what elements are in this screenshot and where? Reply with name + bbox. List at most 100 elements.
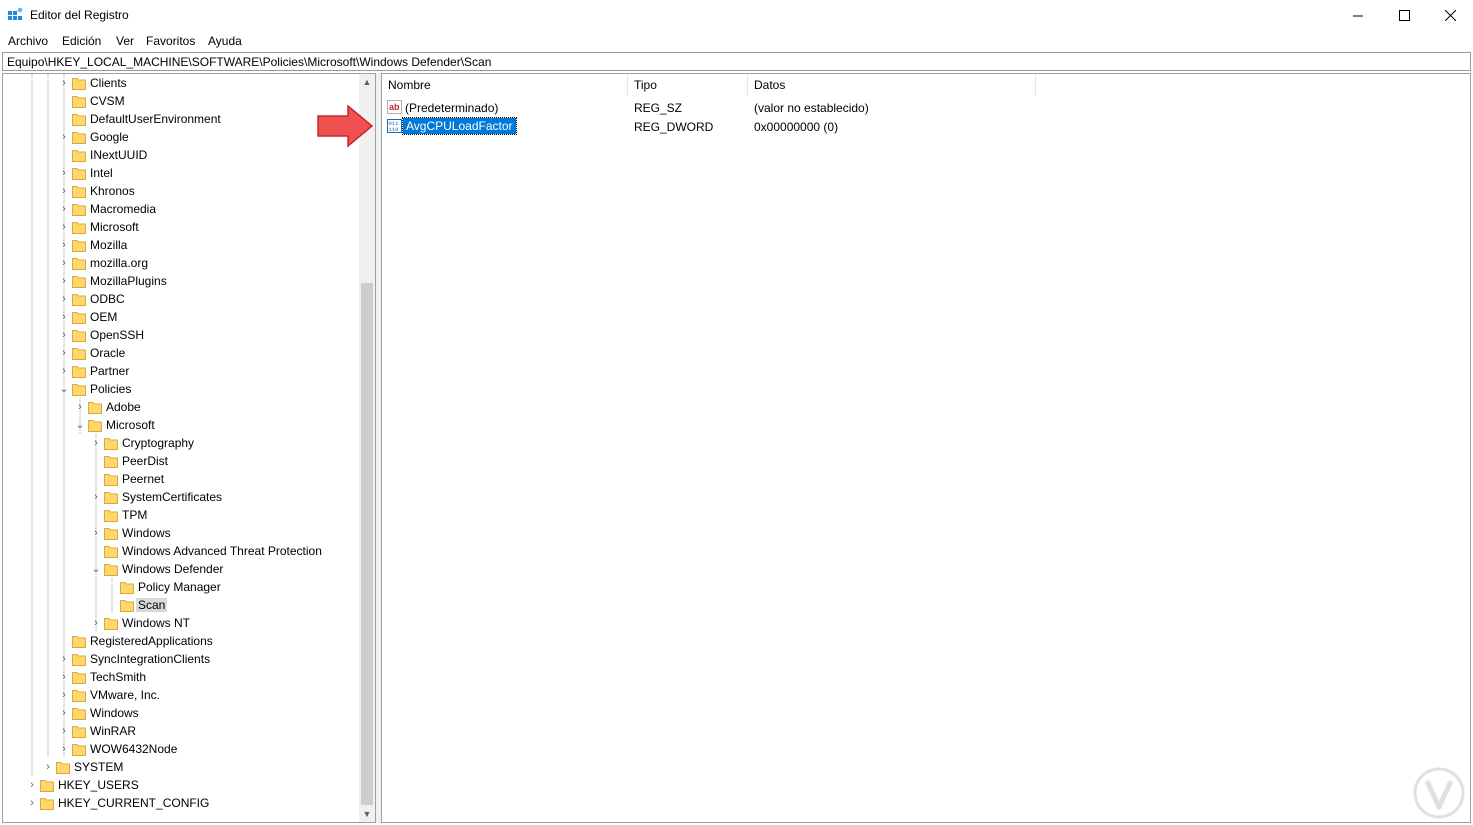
value-row-selected[interactable]: 011 110 AvgCPULoadFactor REG_DWORD 0x000…	[382, 117, 1470, 136]
registry-editor-icon	[8, 8, 23, 20]
chevron-right-icon[interactable]: ›	[58, 346, 70, 360]
tree-node[interactable]: › TechSmith	[3, 668, 359, 686]
chevron-right-icon[interactable]: ›	[58, 670, 70, 684]
tree-node[interactable]: › Windows	[3, 704, 359, 722]
tree-node[interactable]: › Clients	[3, 74, 359, 92]
chevron-right-icon[interactable]: ›	[58, 166, 70, 180]
tree-node[interactable]: › WinRAR	[3, 722, 359, 740]
chevron-right-icon[interactable]: ›	[90, 490, 102, 504]
tree-node[interactable]: › ODBC	[3, 290, 359, 308]
tree-node[interactable]: › MozillaPlugins	[3, 272, 359, 290]
tree-node[interactable]: ⌄ Windows Defender	[3, 560, 359, 578]
tree-node[interactable]: › Windows	[3, 524, 359, 542]
chevron-right-icon[interactable]: ›	[42, 760, 54, 774]
tree-node[interactable]: › Macromedia	[3, 200, 359, 218]
chevron-right-icon[interactable]: ›	[58, 364, 70, 378]
chevron-right-icon[interactable]: ›	[58, 274, 70, 288]
chevron-right-icon[interactable]: ›	[58, 202, 70, 216]
tree-node[interactable]: › Adobe	[3, 398, 359, 416]
chevron-right-icon[interactable]: ›	[58, 256, 70, 270]
chevron-right-icon[interactable]: ›	[26, 796, 38, 810]
tree-node[interactable]: PeerDist	[3, 452, 359, 470]
tree-node[interactable]: › OEM	[3, 308, 359, 326]
tree-node[interactable]: ⌄ Microsoft	[3, 416, 359, 434]
chevron-right-icon[interactable]: ›	[58, 652, 70, 666]
chevron-right-icon[interactable]: ›	[26, 778, 38, 792]
chevron-right-icon[interactable]: ›	[58, 184, 70, 198]
tree-node[interactable]: › Windows NT	[3, 614, 359, 632]
tree-node[interactable]: Policy Manager	[3, 578, 359, 596]
tree-node[interactable]: › Partner	[3, 362, 359, 380]
menu-archivo[interactable]: Archivo	[8, 34, 48, 48]
tree-node[interactable]: › HKEY_CURRENT_CONFIG	[3, 794, 359, 812]
column-header-datos[interactable]: Datos	[748, 74, 1036, 96]
chevron-right-icon[interactable]: ›	[90, 616, 102, 630]
scroll-thumb[interactable]	[361, 283, 373, 805]
tree-node-label: Microsoft	[90, 220, 139, 234]
chevron-right-icon[interactable]: ›	[58, 220, 70, 234]
chevron-right-icon[interactable]: ›	[58, 706, 70, 720]
scroll-up-button[interactable]: ▲	[359, 74, 375, 90]
tree-node[interactable]: › Cryptography	[3, 434, 359, 452]
tree-node[interactable]: › WOW6432Node	[3, 740, 359, 758]
tree-node[interactable]: › Microsoft	[3, 218, 359, 236]
column-header-tipo[interactable]: Tipo	[628, 74, 748, 96]
tree-node[interactable]: › mozilla.org	[3, 254, 359, 272]
chevron-right-icon[interactable]: ›	[58, 76, 70, 90]
tree-node[interactable]: Windows Advanced Threat Protection	[3, 542, 359, 560]
chevron-right-icon[interactable]: ›	[58, 688, 70, 702]
tree-node[interactable]: Peernet	[3, 470, 359, 488]
minimize-button[interactable]	[1335, 0, 1381, 31]
chevron-right-icon[interactable]: ›	[90, 526, 102, 540]
menu-edicion[interactable]: Edición	[62, 34, 101, 48]
tree-node[interactable]: › VMware, Inc.	[3, 686, 359, 704]
tree-node[interactable]: Scan	[3, 596, 359, 614]
chevron-right-icon[interactable]: ›	[58, 130, 70, 144]
tree-node[interactable]: › Khronos	[3, 182, 359, 200]
column-header-nombre[interactable]: Nombre	[382, 74, 628, 96]
chevron-right-icon[interactable]: ›	[58, 724, 70, 738]
menu-ayuda[interactable]: Ayuda	[208, 34, 242, 48]
folder-icon	[72, 276, 86, 288]
tree-node[interactable]: › HKEY_USERS	[3, 776, 359, 794]
folder-icon	[72, 132, 86, 144]
tree-node[interactable]: › SYSTEM	[3, 758, 359, 776]
chevron-right-icon[interactable]: ›	[90, 436, 102, 450]
key-tree[interactable]: › Clients CVSM DefaultUserEnvironment › Googl…	[2, 73, 376, 823]
chevron-right-icon[interactable]: ›	[58, 328, 70, 342]
chevron-down-icon[interactable]: ⌄	[74, 418, 86, 432]
close-button[interactable]	[1427, 0, 1473, 31]
folder-icon	[40, 780, 54, 792]
tree-node[interactable]: › SyncIntegrationClients	[3, 650, 359, 668]
tree-node-label: mozilla.org	[90, 256, 149, 270]
tree-node[interactable]: INextUUID	[3, 146, 359, 164]
tree-node[interactable]: › OpenSSH	[3, 326, 359, 344]
tree-node[interactable]: › SystemCertificates	[3, 488, 359, 506]
tree-node[interactable]: › Intel	[3, 164, 359, 182]
value-row[interactable]: ab (Predeterminado) REG_SZ (valor no est…	[382, 98, 1470, 117]
menu-ver[interactable]: Ver	[116, 34, 134, 48]
maximize-button[interactable]	[1381, 0, 1427, 31]
tree-node[interactable]: DefaultUserEnvironment	[3, 110, 359, 128]
tree-node[interactable]: › Oracle	[3, 344, 359, 362]
menu-favoritos[interactable]: Favoritos	[146, 34, 195, 48]
tree-node[interactable]: RegisteredApplications	[3, 632, 359, 650]
scroll-down-button[interactable]: ▼	[359, 806, 375, 822]
tree-node[interactable]: TPM	[3, 506, 359, 524]
tree-node[interactable]: › Google	[3, 128, 359, 146]
tree-scrollbar[interactable]: ▲ ▼	[359, 74, 375, 822]
chevron-right-icon[interactable]: ›	[58, 292, 70, 306]
chevron-down-icon[interactable]: ⌄	[58, 382, 70, 396]
chevron-right-icon[interactable]: ›	[58, 310, 70, 324]
tree-node[interactable]: › Mozilla	[3, 236, 359, 254]
address-bar[interactable]: Equipo\HKEY_LOCAL_MACHINE\SOFTWARE\Polic…	[2, 52, 1471, 71]
chevron-right-icon[interactable]: ›	[74, 400, 86, 414]
tree-node-label: HKEY_CURRENT_CONFIG	[58, 796, 210, 810]
folder-icon	[120, 582, 134, 594]
values-list[interactable]: Nombre Tipo Datos ab (Predeterminado) RE…	[381, 73, 1471, 823]
chevron-down-icon[interactable]: ⌄	[90, 562, 102, 576]
tree-node[interactable]: ⌄ Policies	[3, 380, 359, 398]
chevron-right-icon[interactable]: ›	[58, 238, 70, 252]
tree-node[interactable]: CVSM	[3, 92, 359, 110]
chevron-right-icon[interactable]: ›	[58, 742, 70, 756]
